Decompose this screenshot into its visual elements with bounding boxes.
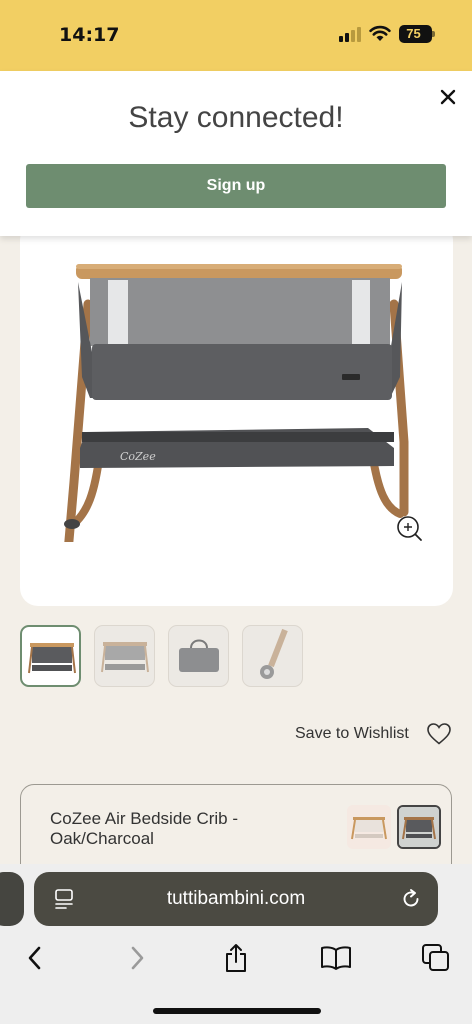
close-button[interactable] xyxy=(434,83,462,111)
battery-icon: 75 xyxy=(399,25,435,43)
product-image: CoZee xyxy=(64,264,409,542)
forward-button[interactable] xyxy=(121,942,153,974)
variant-oak-charcoal-image xyxy=(399,807,439,847)
browser-bottom-bar: tuttibambini.com xyxy=(0,864,472,1024)
share-icon xyxy=(226,944,246,972)
address-bar[interactable]: tuttibambini.com xyxy=(34,872,438,926)
product-title: CoZee Air Bedside Crib - Oak/Charcoal xyxy=(50,809,239,848)
crib-brand-mark: CoZee xyxy=(120,450,156,463)
status-bar: 14:17 75 xyxy=(0,0,472,71)
reload-icon[interactable] xyxy=(400,888,422,910)
thumbnail-1[interactable] xyxy=(20,625,81,687)
bookmarks-icon xyxy=(321,946,351,970)
back-button[interactable] xyxy=(19,942,51,974)
tabs-icon xyxy=(422,944,449,971)
cellular-signal-icon xyxy=(339,26,363,42)
thumbnail-2[interactable] xyxy=(94,625,155,687)
variant-oak-white-image xyxy=(347,805,391,849)
wishlist-label: Save to Wishlist xyxy=(295,725,409,742)
bookmarks-button[interactable] xyxy=(320,942,352,974)
battery-level: 75 xyxy=(406,26,421,41)
forward-icon xyxy=(131,946,144,970)
status-time: 14:17 xyxy=(59,24,120,46)
wifi-icon xyxy=(369,25,391,41)
close-icon xyxy=(440,89,456,105)
banner-title: Stay connected! xyxy=(128,101,344,134)
thumbnail-travel-bag-image xyxy=(179,639,219,672)
back-icon xyxy=(28,946,41,970)
save-to-wishlist-button[interactable]: Save to Wishlist xyxy=(290,720,452,748)
variant-oak-white[interactable] xyxy=(347,805,391,849)
zoom-in-icon xyxy=(397,516,422,541)
home-indicator xyxy=(153,1008,321,1014)
thumbnail-4[interactable] xyxy=(242,625,303,687)
share-button[interactable] xyxy=(220,942,252,974)
heart-icon xyxy=(427,723,451,745)
url-text: tuttibambini.com xyxy=(166,888,306,909)
signup-button[interactable]: Sign up xyxy=(26,164,446,208)
thumbnail-3[interactable] xyxy=(168,625,229,687)
thumbnail-wheel-detail-image xyxy=(260,628,288,679)
variant-oak-charcoal[interactable] xyxy=(397,805,441,849)
tabs-button[interactable] xyxy=(420,942,452,974)
thumbnail-crib-charcoal-image xyxy=(28,643,76,674)
thumbnail-strip xyxy=(20,625,320,687)
previous-tab-preview[interactable] xyxy=(0,872,24,926)
thumbnail-crib-grey-image xyxy=(101,642,149,673)
product-image-card[interactable]: CoZee xyxy=(20,222,453,606)
zoom-button[interactable] xyxy=(394,513,424,543)
signup-banner: Stay connected! Sign up xyxy=(0,71,472,236)
